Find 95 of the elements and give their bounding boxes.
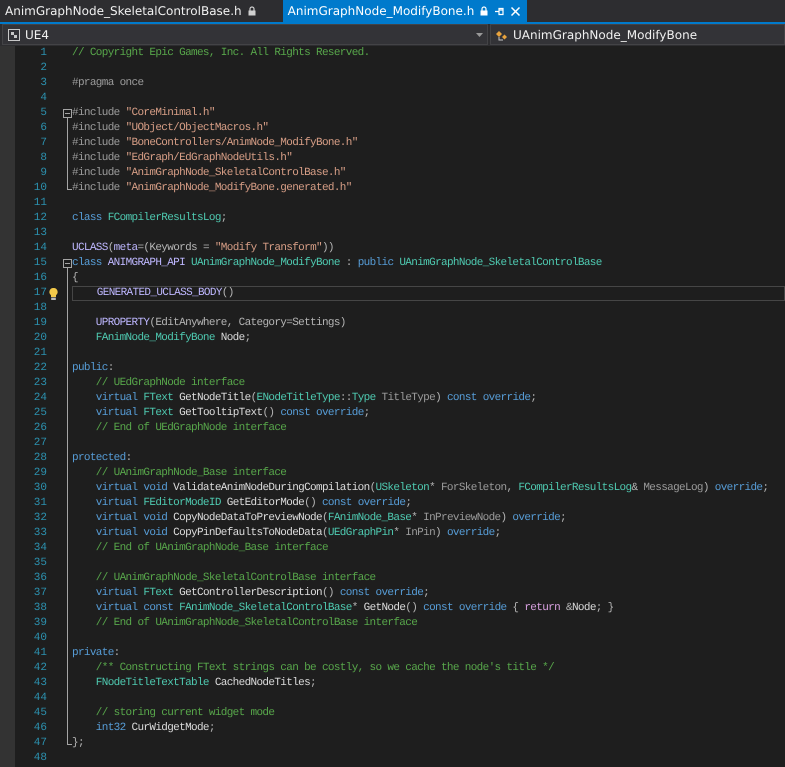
line-number: 19 (32, 316, 47, 331)
code-line: protected: (72, 452, 132, 464)
line-number: 23 (32, 376, 47, 391)
line-number: 25 (32, 406, 47, 421)
line-number: 26 (32, 421, 47, 436)
code-line: FAnimNode_ModifyBone Node; (94, 332, 251, 344)
line-number: 42 (32, 661, 47, 676)
pin-icon[interactable] (494, 6, 506, 16)
collapse-icon[interactable] (63, 256, 72, 271)
navigation-dropdown[interactable]: UE4 (2, 24, 488, 45)
code-line: // UEdGraphNode interface (94, 377, 245, 389)
line-number: 44 (32, 691, 47, 706)
code-line: public: (72, 362, 114, 374)
line-number: 12 (32, 211, 47, 226)
code-line: // storing current widget mode (94, 707, 274, 719)
line-number: 8 (39, 151, 47, 166)
code-line: UCLASS(meta=(Keywords = "Modify Transform")) (72, 242, 334, 254)
code-line: // End of UAnimGraphNode_SkeletalControlBase interface (94, 617, 418, 629)
line-number: 41 (32, 646, 47, 661)
line-number: 29 (32, 466, 47, 481)
line-number: 30 (32, 481, 47, 496)
line-number: 37 (32, 586, 47, 601)
line-number: 22 (32, 361, 47, 376)
code-line: int32 CurWidgetMode; (94, 722, 215, 734)
line-number: 35 (32, 556, 47, 571)
line-number: 7 (39, 136, 47, 151)
code-line: #include "AnimGraphNode_SkeletalControlBase.h" (72, 167, 346, 179)
line-number: 20 (32, 331, 47, 346)
line-number: 39 (32, 616, 47, 631)
code-line: virtual FText GetNodeTitle(ENodeTitleType::Type TitleType) const override; (94, 392, 536, 404)
collapse-icon[interactable] (63, 106, 72, 121)
line-number: 2 (39, 61, 47, 76)
code-line: { (72, 272, 78, 284)
code-line: /** Constructing FText strings can be costly, so we cache the node's title */ (94, 662, 554, 674)
line-number: 9 (39, 166, 47, 181)
dropdown-caret-icon (476, 32, 483, 36)
line-number: 24 (32, 391, 47, 406)
code-line: }; (72, 737, 84, 749)
code-line: #include "CoreMinimal.h" (72, 107, 215, 119)
line-number: 16 (32, 271, 47, 286)
code-line: // End of UAnimGraphNode_Base interface (94, 542, 328, 554)
code-line: virtual void ValidateAnimNodeDuringCompilation(USkeleton* ForSkeleton, FCompilerResultsLog& MessageLog) override; (94, 482, 768, 494)
code-line: class FCompilerResultsLog; (72, 212, 227, 224)
code-line: UPROPERTY(EditAnywhere, Category=Settings) (94, 317, 346, 329)
code-line: virtual void CopyNodeDataToPreviewNode(FAnimNode_Base* InPreviewNode) override; (94, 512, 566, 524)
line-number: 45 (32, 706, 47, 721)
line-number: 10 (32, 181, 47, 196)
file-tab[interactable]: AnimGraphNode_ModifyBone.h (282, 0, 528, 22)
code-line: #include "AnimGraphNode_ModifyBone.generated.h" (72, 182, 352, 194)
code-line: // End of UEdGraphNode interface (94, 422, 286, 434)
line-number: 5 (39, 106, 47, 121)
code-line: // UAnimGraphNode_SkeletalControlBase interface (94, 572, 376, 584)
line-number: 18 (32, 301, 47, 316)
line-number: 46 (32, 721, 47, 736)
line-number: 28 (32, 451, 47, 466)
code-line: // UAnimGraphNode_Base interface (94, 467, 286, 479)
line-number: 48 (32, 751, 47, 766)
code-line: virtual FText GetTooltipText() const override; (94, 407, 370, 419)
line-number: 43 (32, 676, 47, 691)
project-icon (7, 28, 21, 42)
code-line: FNodeTitleTextTable CachedNodeTitles; (94, 677, 316, 689)
line-number: 33 (32, 526, 47, 541)
line-number: 17 (32, 286, 47, 301)
line-number: 38 (32, 601, 47, 616)
line-number: 34 (32, 541, 47, 556)
line-number: 27 (32, 436, 47, 451)
line-number: 1 (39, 46, 47, 61)
line-number: 6 (39, 121, 47, 136)
line-number: 36 (32, 571, 47, 586)
code-line: virtual const FAnimNode_SkeletalControlBase* GetNode() const override { return &Node; } (94, 602, 614, 614)
code-line: class ANIMGRAPH_API UAnimGraphNode_ModifyBone : public UAnimGraphNode_SkeletalControlBase (72, 257, 602, 269)
line-number: 31 (32, 496, 47, 511)
code-line: private: (72, 647, 120, 659)
code-line: #include "UObject/ObjectMacros.h" (72, 122, 268, 134)
line-number: 14 (32, 241, 47, 256)
navigation-dropdown[interactable]: UAnimGraphNode_ModifyBone (490, 24, 785, 45)
code-line: GENERATED_UCLASS_BODY() (96, 287, 234, 299)
code-line: virtual void CopyPinDefaultsToNodeData(UEdGraphPin* InPin) override; (94, 527, 501, 539)
line-number: 32 (32, 511, 47, 526)
code-line: virtual FEditorModeID GetEditorMode() const override; (94, 497, 412, 509)
line-number: 4 (39, 91, 47, 106)
code-line: // Copyright Epic Games, Inc. All Rights Reserved. (72, 47, 370, 59)
line-number: 21 (32, 346, 47, 361)
line-number: 40 (32, 631, 47, 646)
code-line: #include "BoneControllers/AnimNode_ModifyBone.h" (72, 137, 358, 149)
line-number: 47 (32, 736, 47, 751)
line-number: 15 (32, 256, 47, 271)
close-icon[interactable] (510, 6, 522, 16)
lightbulb-icon[interactable] (48, 286, 59, 300)
line-number: 11 (32, 196, 47, 211)
code-line: virtual FText GetControllerDescription() const override; (94, 587, 430, 599)
code-line: #pragma once (72, 77, 144, 89)
code-line: #include "EdGraph/EdGraphNodeUtils.h" (72, 152, 292, 164)
line-number: 13 (32, 226, 47, 241)
line-number: 3 (39, 76, 47, 91)
